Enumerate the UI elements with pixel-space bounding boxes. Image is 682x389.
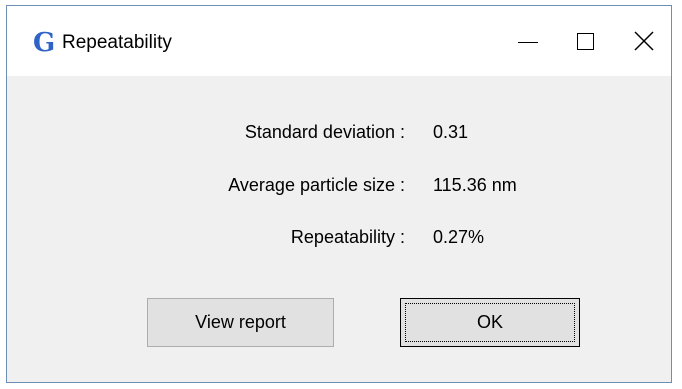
maximize-icon [576,32,594,50]
close-icon [634,31,654,51]
view-report-button[interactable]: View report [147,298,334,347]
minimize-button[interactable] [500,6,556,76]
ok-label: OK [476,312,503,332]
view-report-label: View report [195,312,286,332]
avg-particle-size-label: Average particle size : [228,175,405,195]
maximize-button[interactable] [560,6,610,76]
title-bar[interactable]: G Repeatability [7,6,671,76]
window-title: Repeatability [62,32,172,53]
minimize-icon [518,41,538,43]
app-g-icon: G [33,28,56,58]
std-dev-value: 0.31 [433,122,469,142]
ok-button[interactable]: OK [400,298,580,347]
close-button[interactable] [619,6,669,76]
focus-rectangle: OK [405,303,575,342]
repeatability-dialog: G Repeatability Standard deviation : 0.3… [6,5,672,383]
avg-particle-size-value: 115.36 nm [433,175,517,195]
repeatability-label: Repeatability : [290,227,405,247]
std-dev-label: Standard deviation : [244,122,405,142]
repeatability-value: 0.27% [433,227,485,247]
